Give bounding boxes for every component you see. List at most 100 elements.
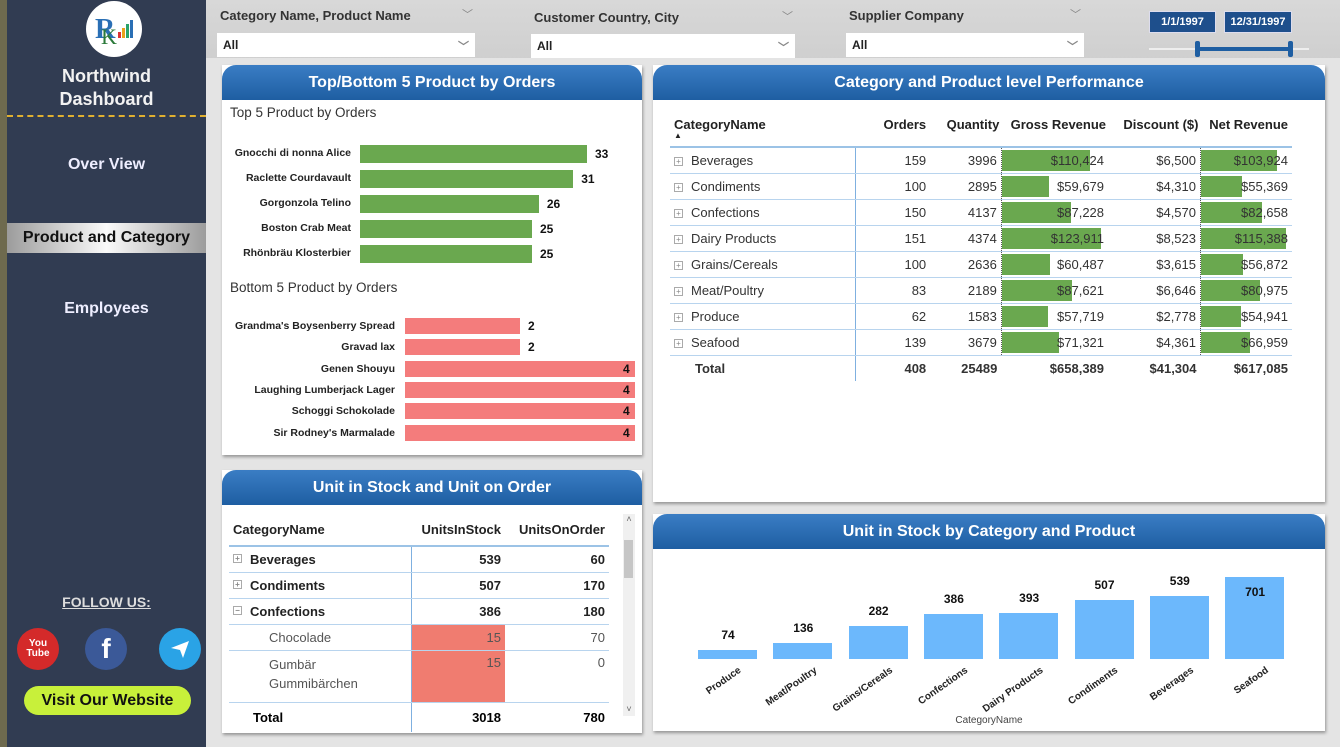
category-name: Grains/Cereals (691, 256, 778, 272)
table-row[interactable]: + Condiments 507 170 (229, 572, 609, 599)
nav-product-and-category[interactable]: Product and Category (7, 223, 206, 253)
panel-title: Unit in Stock and Unit on Order (222, 470, 642, 505)
category-name: Beverages (691, 152, 754, 168)
column-header-units-on-order[interactable]: UnitsOnOrder (505, 514, 609, 546)
category-filter-label: Category Name, Product Name (220, 8, 411, 23)
total-orders: 408 (904, 360, 927, 376)
scrollbar[interactable]: ˄ ˅ (623, 514, 635, 716)
bar[interactable] (405, 424, 635, 441)
supplier-filter-dropdown[interactable]: All ﹀ (846, 33, 1084, 57)
divider (7, 115, 206, 117)
column-bar[interactable] (1074, 599, 1134, 659)
expand-icon[interactable]: + (674, 286, 683, 296)
expand-icon[interactable]: + (674, 208, 683, 218)
date-start-input[interactable]: 1/1/1997 (1149, 11, 1216, 33)
column-bar[interactable] (999, 613, 1059, 659)
net-revenue-bar (1201, 175, 1242, 197)
category-filter-dropdown[interactable]: All ﹀ (217, 33, 475, 57)
customer-filter-dropdown[interactable]: All ﹀ (531, 34, 795, 58)
visit-website-button[interactable]: Visit Our Website (24, 686, 191, 715)
total-row: Total 3018 780 (229, 702, 609, 732)
table-row[interactable]: + Dairy Products 151 4374 $123,911 $8,523 $115… (670, 225, 1292, 252)
gross-revenue-cell: $59,679 (1001, 173, 1109, 200)
nav-employees[interactable]: Employees (7, 300, 206, 318)
table-row[interactable]: + Beverages 539 60 (229, 546, 609, 573)
data-label: 507 (1094, 577, 1115, 592)
chevron-down-icon[interactable]: ﹀ (782, 8, 793, 24)
bar[interactable] (360, 170, 574, 188)
column-bar[interactable] (923, 613, 983, 659)
expand-icon[interactable]: + (674, 234, 683, 244)
date-end-input[interactable]: 12/31/1997 (1224, 11, 1292, 33)
expand-icon[interactable]: + (233, 553, 242, 563)
chevron-down-icon[interactable]: ﹀ (462, 6, 473, 22)
table-row[interactable]: + Condiments 100 2895 $59,679 $4,310 $55,369 (670, 173, 1292, 200)
table-row[interactable]: Chocolade 15 70 (229, 624, 609, 651)
column-header-category[interactable]: CategoryName ▲ (670, 111, 856, 147)
units-on-order-cell: 0 (505, 650, 609, 703)
bar-value: 2 (528, 319, 535, 333)
table-row[interactable]: Gumbär Gummibärchen 15 0 (229, 650, 609, 703)
units-in-stock-cell: 15 (411, 650, 505, 703)
scrollbar-thumb[interactable] (624, 540, 633, 578)
performance-panel: Category and Product level Performance C… (653, 65, 1325, 502)
column-bar[interactable] (848, 626, 908, 659)
bar[interactable] (405, 381, 635, 398)
bar[interactable] (405, 318, 520, 334)
bar-label: Gnocchi di nonna Alice (234, 147, 351, 159)
column-header-net-revenue[interactable]: Net Revenue (1201, 111, 1293, 147)
nav-overview[interactable]: Over View (7, 156, 206, 174)
chevron-down-icon[interactable]: ﹀ (1070, 6, 1081, 22)
expand-icon[interactable]: + (674, 156, 683, 166)
expand-icon[interactable]: + (674, 182, 683, 192)
bar[interactable] (360, 220, 532, 238)
table-row[interactable]: − Confections 386 180 (229, 598, 609, 625)
expand-icon[interactable]: + (674, 338, 683, 348)
facebook-icon[interactable]: f (85, 628, 127, 670)
total-label: Total (229, 702, 412, 732)
discount-cell: $4,361 (1108, 329, 1202, 356)
column-header-quantity[interactable]: Quantity (930, 111, 1001, 147)
column-header-gross-revenue[interactable]: Gross Revenue (1001, 111, 1108, 147)
bar[interactable] (360, 245, 532, 263)
date-slider-end-handle[interactable] (1288, 41, 1293, 57)
scroll-up-icon[interactable]: ˄ (623, 514, 635, 524)
expand-icon[interactable]: + (233, 579, 242, 589)
follow-us-label: FOLLOW US: (62, 594, 151, 610)
expand-icon[interactable]: + (674, 260, 683, 270)
discount-cell: $6,500 (1108, 147, 1202, 174)
table-row[interactable]: + Produce 62 1583 $57,719 $2,778 $54,941 (670, 303, 1292, 330)
quantity-cell: 1583 (930, 303, 1002, 330)
expand-icon[interactable]: + (674, 312, 683, 322)
column-bar[interactable] (698, 650, 757, 659)
column-header-orders[interactable]: Orders (856, 111, 930, 147)
bar[interactable] (405, 403, 635, 420)
scroll-down-icon[interactable]: ˅ (623, 704, 635, 714)
table-row[interactable]: + Grains/Cereals 100 2636 $60,487 $3,615 $56,8… (670, 251, 1292, 278)
data-label: 701 (1245, 585, 1266, 599)
youtube-icon[interactable]: You Tube (17, 628, 59, 670)
table-row[interactable]: + Beverages 159 3996 $110,424 $6,500 $103,924 (670, 147, 1292, 174)
date-slider-start-handle[interactable] (1195, 41, 1200, 57)
bar-value: 4 (623, 382, 630, 397)
bar-value: 4 (623, 425, 630, 440)
column-header-discount[interactable]: Discount ($) (1108, 111, 1200, 147)
total-discount: $41,304 (1149, 360, 1197, 376)
column-header-category[interactable]: CategoryName (229, 514, 411, 546)
table-row[interactable]: + Confections 150 4137 $87,228 $4,570 $82,658 (670, 199, 1292, 226)
bar[interactable] (405, 339, 520, 356)
quantity-cell: 2636 (930, 251, 1002, 278)
quantity-cell: 3996 (930, 147, 1002, 174)
gross-revenue-cell: $71,321 (1001, 329, 1109, 356)
bar[interactable] (360, 195, 539, 213)
column-bar[interactable] (773, 643, 833, 659)
bar[interactable] (405, 360, 635, 377)
units-on-order-cell: 170 (505, 572, 609, 599)
table-row[interactable]: + Meat/Poultry 83 2189 $87,621 $6,646 $80,975 (670, 277, 1292, 304)
telegram-icon[interactable] (159, 628, 201, 670)
bar[interactable] (360, 145, 587, 163)
column-bar[interactable] (1149, 595, 1209, 659)
table-row[interactable]: + Seafood 139 3679 $71,321 $4,361 $66,959 (670, 329, 1292, 356)
collapse-icon[interactable]: − (233, 605, 242, 615)
column-header-units-in-stock[interactable]: UnitsInStock (411, 514, 505, 546)
